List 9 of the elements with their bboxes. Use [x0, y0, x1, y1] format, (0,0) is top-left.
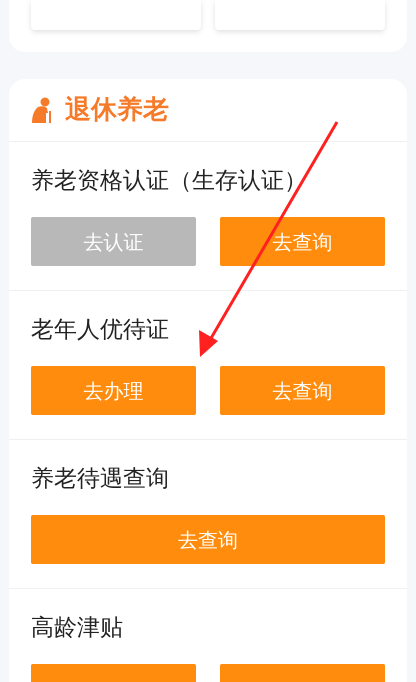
action-button[interactable]: 去办理 [31, 366, 196, 415]
section-title: 退休养老 [65, 97, 169, 123]
service-title: 高龄津贴 [31, 614, 124, 643]
service-title: 养老资格认证（生存认证） [31, 167, 308, 196]
action-button[interactable]: 去查询 [31, 515, 385, 564]
action-button[interactable]: 去查询 [220, 217, 385, 266]
service-title: 老年人优待证 [31, 316, 170, 345]
action-button[interactable]: 去查询 [220, 366, 385, 415]
service-title: 养老待遇查询 [31, 465, 170, 494]
